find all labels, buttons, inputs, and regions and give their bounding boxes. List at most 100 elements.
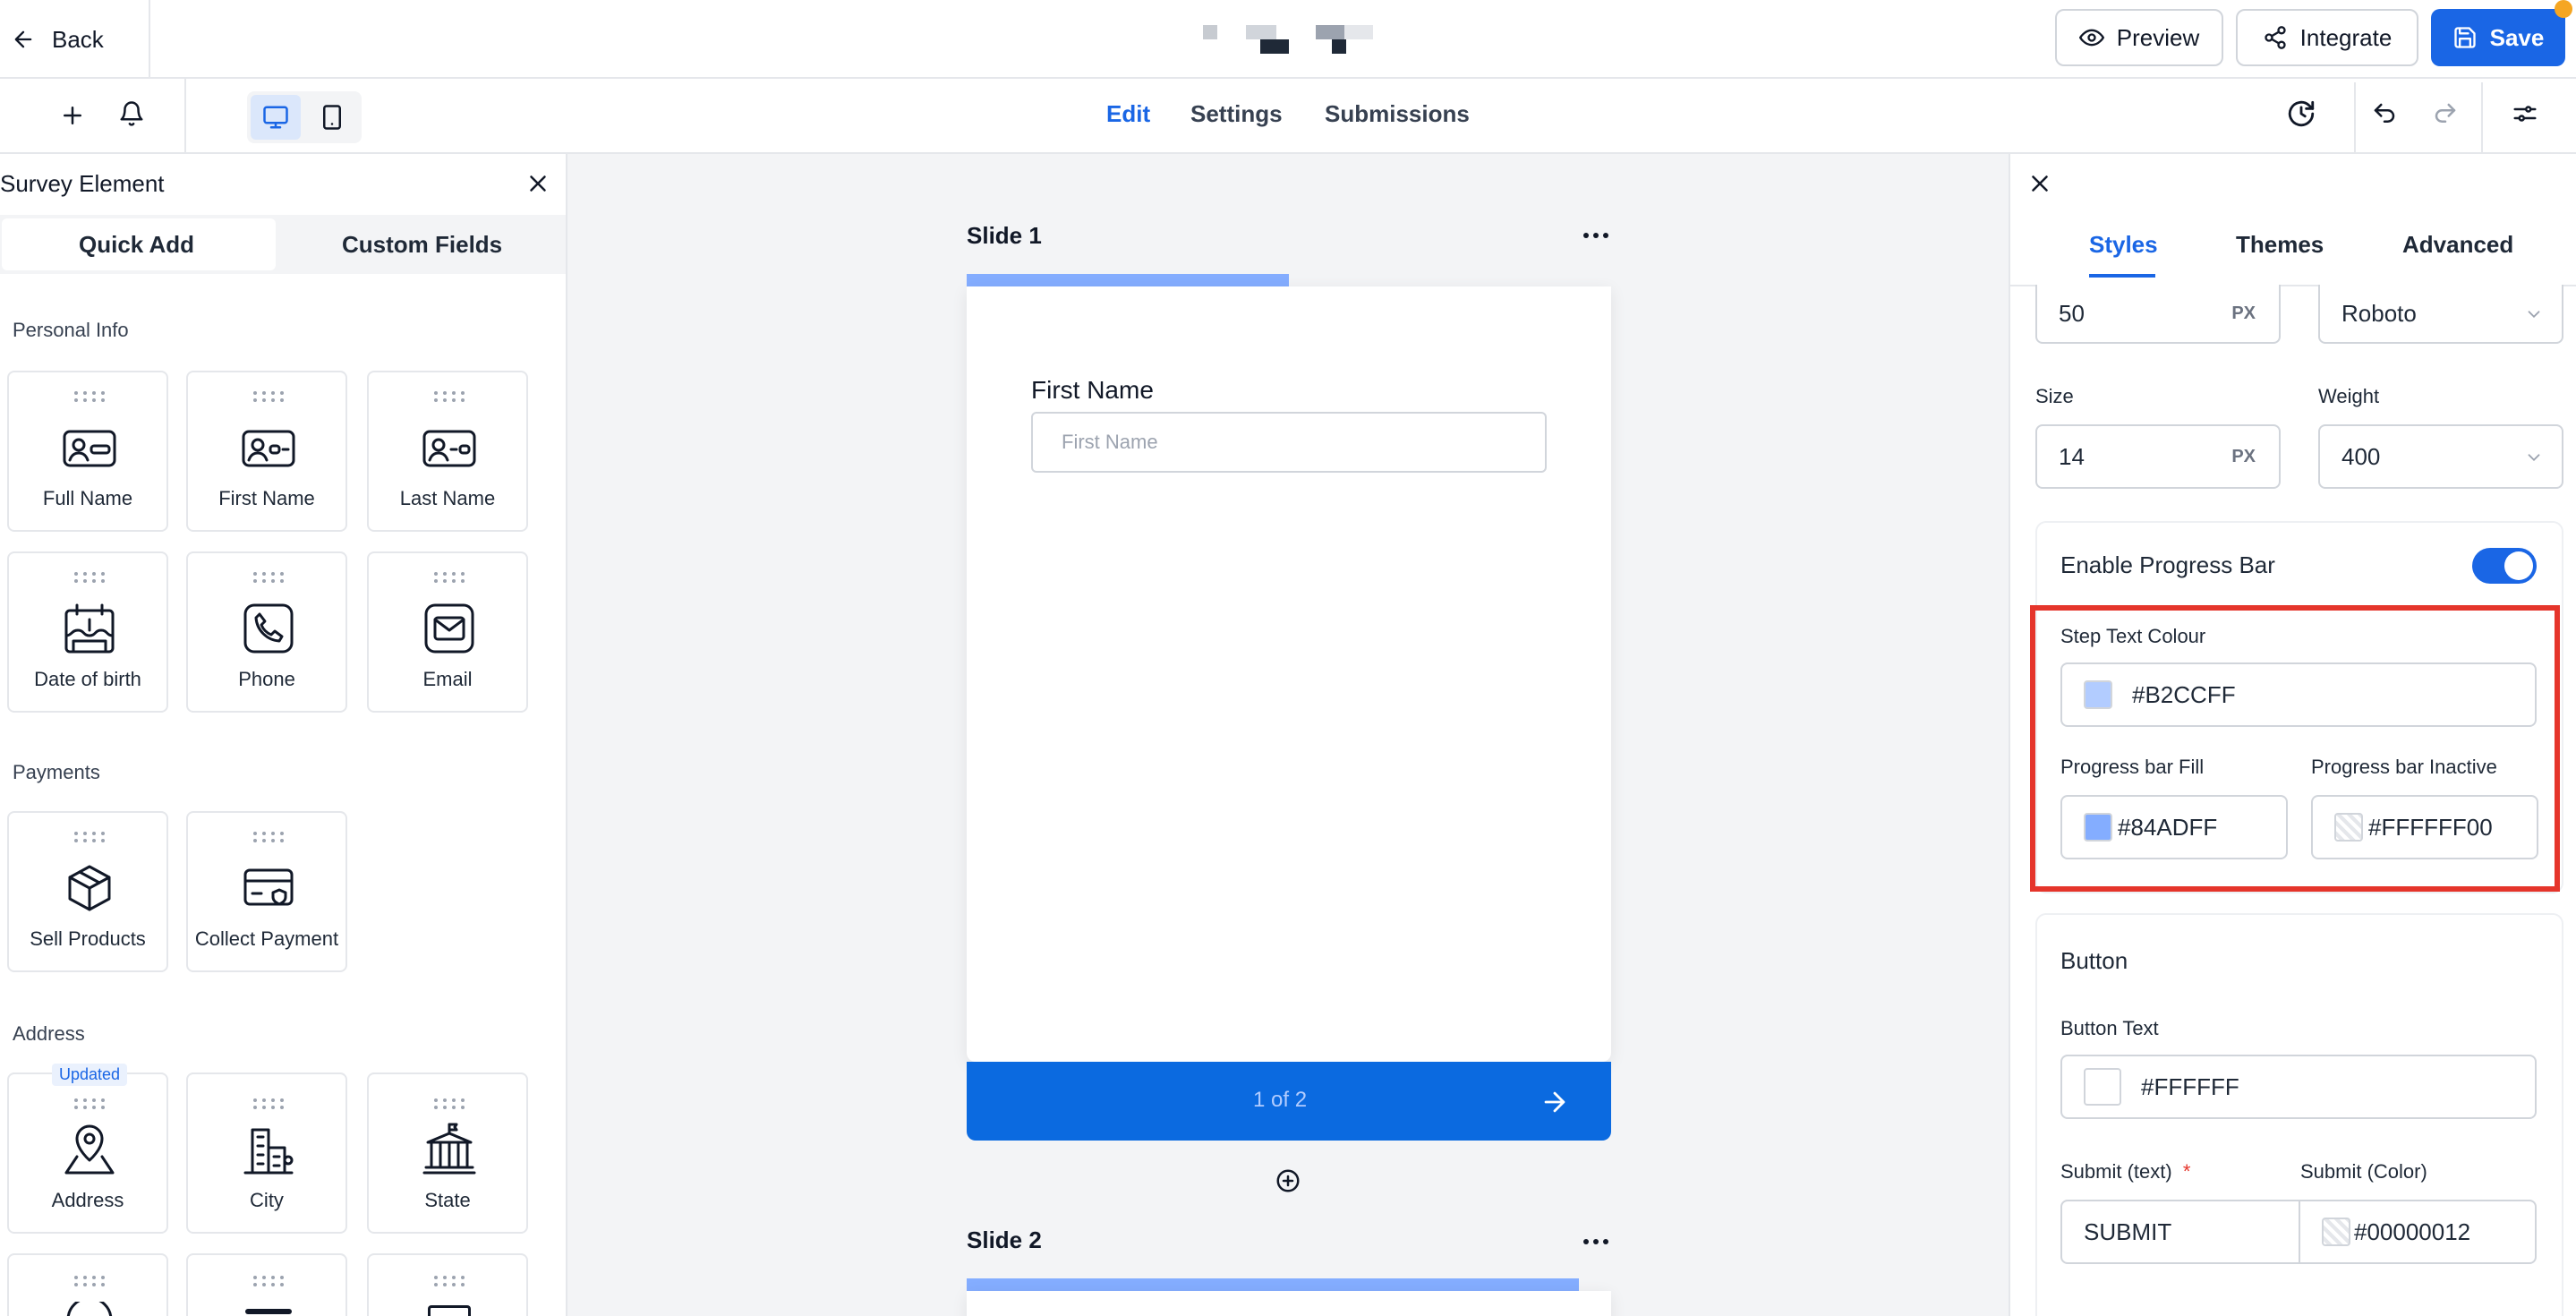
mobile-icon[interactable] <box>319 102 345 132</box>
element-card-partial[interactable] <box>367 1253 528 1316</box>
mail-icon <box>424 603 474 654</box>
drag-handle-icon[interactable] <box>73 571 106 584</box>
element-card-sell-products[interactable]: Sell Products <box>7 811 168 972</box>
drag-handle-icon[interactable] <box>73 1098 106 1110</box>
progress-bar-fill <box>967 274 1289 286</box>
element-label: Last Name <box>399 487 496 509</box>
tab-custom-fields[interactable]: Custom Fields <box>342 231 502 259</box>
element-card-first-name[interactable]: First Name <box>186 371 347 532</box>
active-tab-underline <box>2089 274 2155 278</box>
font-family-select[interactable]: Roboto <box>2318 285 2563 344</box>
drag-handle-icon[interactable] <box>433 1275 465 1287</box>
tab-advanced[interactable]: Advanced <box>2402 231 2513 259</box>
plus-icon[interactable] <box>59 102 86 129</box>
drag-handle-icon[interactable] <box>433 571 465 584</box>
font-weight-select[interactable]: 400 <box>2318 424 2563 489</box>
chevron-down-icon <box>2528 454 2540 462</box>
page: { "header": { "back_label": "Back", "pre… <box>0 0 2576 1316</box>
buildings-icon <box>243 1128 294 1175</box>
element-label: First Name <box>218 487 315 509</box>
font-size-input[interactable]: 14 PX <box>2035 424 2281 489</box>
sliders-icon[interactable] <box>2512 100 2538 127</box>
element-card-collect-payment[interactable]: Collect Payment <box>186 811 347 972</box>
drag-handle-icon[interactable] <box>73 1275 106 1287</box>
submit-text-value: SUBMIT <box>2084 1218 2172 1245</box>
tab-settings[interactable]: Settings <box>1190 100 1283 128</box>
integrate-label: Integrate <box>2299 23 2393 51</box>
highlight-box <box>2030 605 2560 892</box>
first-name-input[interactable]: First Name <box>1031 412 1547 473</box>
redo-icon[interactable] <box>2431 100 2460 127</box>
element-label: Full Name <box>42 487 133 509</box>
more-options-icon[interactable] <box>1582 231 1609 240</box>
submit-text-input[interactable]: SUBMIT <box>2060 1200 2300 1264</box>
preview-button[interactable]: Preview <box>2055 9 2223 66</box>
colour-swatch[interactable] <box>2084 1068 2121 1106</box>
drag-handle-icon[interactable] <box>252 571 285 584</box>
field-label: First Name <box>1031 376 1154 404</box>
add-slide-icon[interactable] <box>1275 1167 1301 1194</box>
size-input-top[interactable]: 50 PX <box>2035 285 2281 344</box>
tab-submissions[interactable]: Submissions <box>1325 100 1470 128</box>
element-label: Email <box>422 668 473 690</box>
element-card-phone[interactable]: Phone <box>186 551 347 713</box>
integrate-button[interactable]: Integrate <box>2236 9 2418 66</box>
drag-handle-icon[interactable] <box>433 390 465 403</box>
element-card-email[interactable]: Email <box>367 551 528 713</box>
id-card-icon <box>242 430 295 467</box>
panel-title: Survey Element <box>0 170 165 197</box>
element-card-state[interactable]: State <box>367 1072 528 1234</box>
element-card-date-of-birth[interactable]: Date of birth <box>7 551 168 713</box>
drag-handle-icon[interactable] <box>433 1098 465 1110</box>
history-icon[interactable] <box>2286 98 2316 129</box>
weight-label: Weight <box>2318 385 2380 407</box>
globe-icon <box>66 1302 113 1316</box>
toggle-knob <box>2504 551 2533 580</box>
save-label: Save <box>2489 23 2545 51</box>
step-text: 1 of 2 <box>1253 1088 1308 1112</box>
tab-edit[interactable]: Edit <box>1106 100 1150 128</box>
arrow-left-icon <box>11 27 36 52</box>
map-pin-icon <box>64 1124 115 1175</box>
colour-swatch[interactable] <box>2322 1218 2350 1246</box>
drag-handle-icon[interactable] <box>252 390 285 403</box>
undo-icon[interactable] <box>2370 100 2399 127</box>
close-icon[interactable] <box>525 170 551 197</box>
element-card-partial[interactable] <box>186 1253 347 1316</box>
submit-color-input[interactable]: #00000012 <box>2299 1200 2537 1264</box>
tab-styles[interactable]: Styles <box>2089 231 2158 259</box>
submit-text-label: Submit (text) * <box>2060 1160 2190 1184</box>
toolbar-divider-right <box>2354 82 2356 154</box>
element-card-city[interactable]: City <box>186 1072 347 1234</box>
field-icon <box>428 1305 471 1316</box>
tab-quick-add[interactable]: Quick Add <box>79 231 194 259</box>
back-button[interactable]: Back <box>11 16 104 63</box>
element-card-address[interactable]: Address <box>7 1072 168 1234</box>
element-card-partial[interactable] <box>7 1253 168 1316</box>
arrow-right-icon[interactable] <box>1540 1087 1570 1117</box>
drag-handle-icon[interactable] <box>252 831 285 843</box>
slide-title: Slide 2 <box>967 1226 1042 1253</box>
bell-icon[interactable] <box>118 100 145 127</box>
submit-color-label: Submit (Color) <box>2300 1160 2427 1183</box>
element-card-full-name[interactable]: Full Name <box>7 371 168 532</box>
box-icon <box>68 865 111 911</box>
slide-card <box>967 1291 1611 1316</box>
button-text-colour-input[interactable]: #FFFFFF <box>2060 1055 2537 1119</box>
element-card-last-name[interactable]: Last Name <box>367 371 528 532</box>
drag-handle-icon[interactable] <box>73 831 106 843</box>
section-heading-address: Address <box>13 1022 85 1045</box>
drag-handle-icon[interactable] <box>252 1098 285 1110</box>
element-label: Phone <box>238 668 295 690</box>
drag-handle-icon[interactable] <box>73 390 106 403</box>
drag-handle-icon[interactable] <box>252 1275 285 1287</box>
close-icon[interactable] <box>2026 170 2053 197</box>
birthday-cake-icon <box>64 603 115 654</box>
back-label: Back <box>52 25 104 53</box>
save-button[interactable]: Save <box>2431 9 2565 66</box>
desktop-icon[interactable] <box>261 104 290 131</box>
unit-label: PX <box>2231 446 2256 466</box>
more-options-icon[interactable] <box>1582 1237 1609 1246</box>
tab-themes[interactable]: Themes <box>2236 231 2324 259</box>
landmark-icon <box>422 1123 476 1175</box>
